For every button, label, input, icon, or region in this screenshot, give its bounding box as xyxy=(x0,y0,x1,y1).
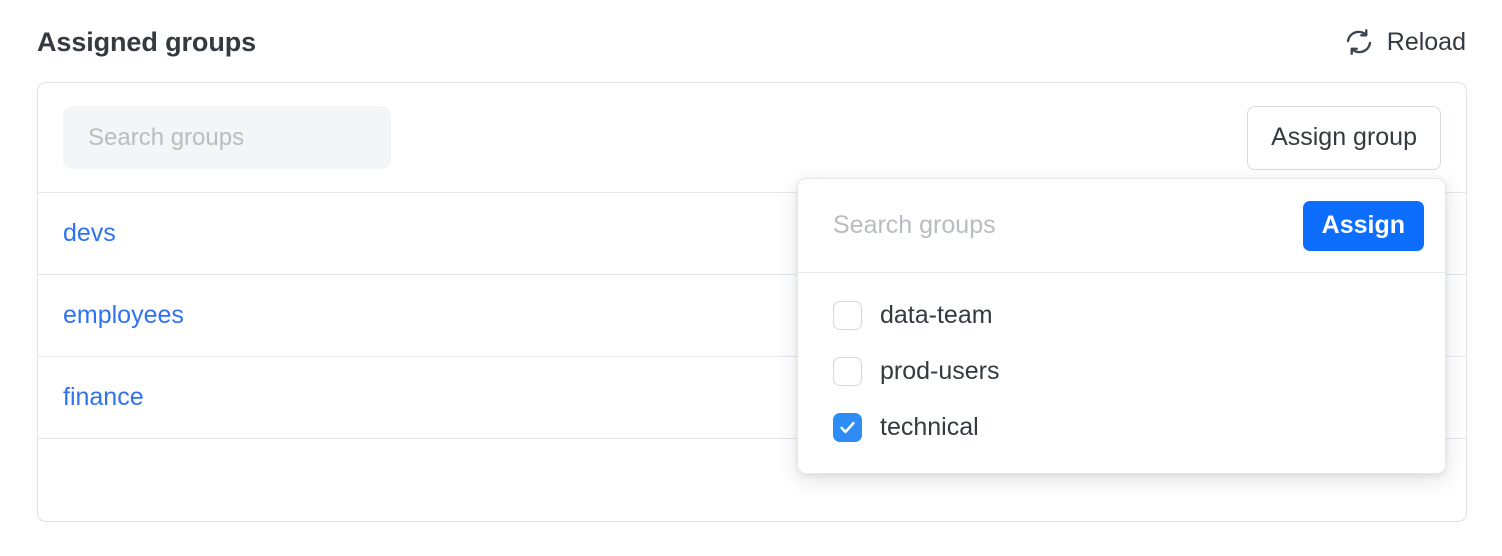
group-link[interactable]: finance xyxy=(63,385,144,410)
assign-group-popover: Assign data-team prod-users technical xyxy=(797,178,1446,474)
checkbox-checked-icon[interactable] xyxy=(833,412,862,442)
reload-label: Reload xyxy=(1386,27,1466,56)
assign-button[interactable]: Assign xyxy=(1302,200,1424,251)
list-item-label: prod-users xyxy=(880,356,1000,385)
card-toolbar: Assign group xyxy=(38,83,1466,193)
assign-group-button[interactable]: Assign group xyxy=(1247,105,1441,170)
group-link[interactable]: devs xyxy=(63,221,116,246)
list-item[interactable]: prod-users xyxy=(798,343,1445,399)
checkbox-unchecked-icon[interactable] xyxy=(833,356,862,386)
section-header: Assigned groups Reload xyxy=(37,20,1467,64)
popover-search-input[interactable] xyxy=(833,211,1303,240)
checkbox-unchecked-icon[interactable] xyxy=(833,300,862,330)
list-item[interactable]: technical xyxy=(798,399,1445,455)
group-link[interactable]: employees xyxy=(63,303,184,328)
popover-header: Assign xyxy=(798,179,1445,273)
search-groups-input[interactable] xyxy=(63,106,391,169)
list-item-label: data-team xyxy=(880,300,993,329)
reload-button[interactable]: Reload xyxy=(1344,27,1467,57)
refresh-icon xyxy=(1344,27,1374,57)
list-item[interactable]: data-team xyxy=(798,287,1445,343)
list-item-label: technical xyxy=(880,412,979,441)
assigned-groups-page: Assigned groups Reload Assign group devs xyxy=(0,0,1502,556)
group-options-list: data-team prod-users technical xyxy=(798,273,1445,455)
page-title: Assigned groups xyxy=(37,26,257,57)
